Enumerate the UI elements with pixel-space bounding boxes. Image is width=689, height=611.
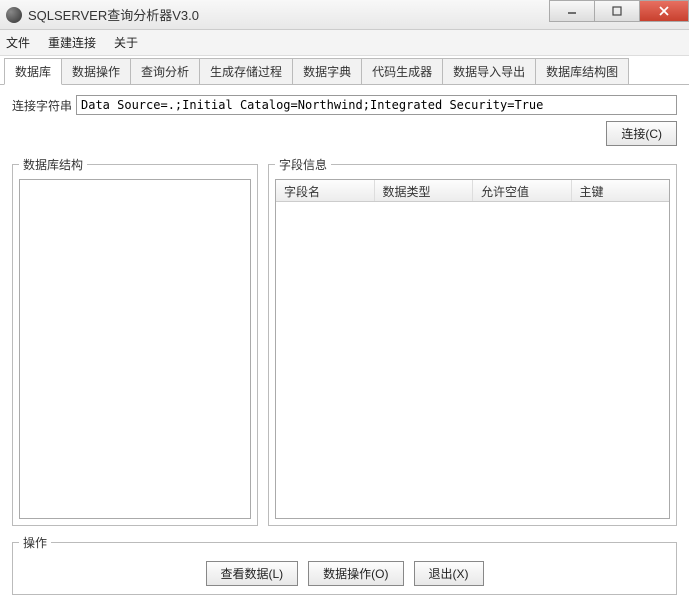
col-data-type[interactable]: 数据类型 xyxy=(375,180,474,201)
field-table[interactable]: 字段名 数据类型 允许空值 主键 xyxy=(275,179,670,519)
field-info-panel: 字段信息 字段名 数据类型 允许空值 主键 xyxy=(268,156,677,526)
connect-button[interactable]: 连接(C) xyxy=(606,121,677,146)
db-structure-legend: 数据库结构 xyxy=(19,156,87,173)
col-field-name[interactable]: 字段名 xyxy=(276,180,375,201)
tab-import-export[interactable]: 数据导入导出 xyxy=(442,58,536,84)
connection-string-input[interactable] xyxy=(76,95,677,115)
tab-database[interactable]: 数据库 xyxy=(4,58,62,85)
menu-about[interactable]: 关于 xyxy=(114,34,138,51)
tab-db-diagram[interactable]: 数据库结构图 xyxy=(535,58,629,84)
tab-gen-sproc[interactable]: 生成存储过程 xyxy=(199,58,293,84)
panels: 数据库结构 字段信息 字段名 数据类型 允许空值 主键 xyxy=(12,156,677,526)
tab-query-analyze[interactable]: 查询分析 xyxy=(130,58,200,84)
exit-button[interactable]: 退出(X) xyxy=(414,561,484,586)
connect-button-row: 连接(C) xyxy=(12,121,677,146)
db-tree[interactable] xyxy=(19,179,251,519)
window-controls xyxy=(550,0,689,29)
db-structure-panel: 数据库结构 xyxy=(12,156,258,526)
ops-legend: 操作 xyxy=(19,534,51,551)
tab-data-ops[interactable]: 数据操作 xyxy=(61,58,131,84)
connection-label: 连接字符串 xyxy=(12,95,76,114)
field-info-legend: 字段信息 xyxy=(275,156,331,173)
app-icon xyxy=(6,7,22,23)
field-table-header: 字段名 数据类型 允许空值 主键 xyxy=(276,180,669,202)
menubar: 文件 重建连接 关于 xyxy=(0,30,689,56)
minimize-button[interactable] xyxy=(549,0,595,22)
menu-file[interactable]: 文件 xyxy=(6,34,30,51)
titlebar: SQLSERVER查询分析器V3.0 xyxy=(0,0,689,30)
view-data-button[interactable]: 查看数据(L) xyxy=(206,561,299,586)
window-title: SQLSERVER查询分析器V3.0 xyxy=(28,5,550,24)
tab-data-dict[interactable]: 数据字典 xyxy=(292,58,362,84)
close-button[interactable] xyxy=(639,0,689,22)
tabstrip: 数据库 数据操作 查询分析 生成存储过程 数据字典 代码生成器 数据导入导出 数… xyxy=(0,58,689,85)
maximize-button[interactable] xyxy=(594,0,640,22)
connection-row: 连接字符串 xyxy=(12,95,677,115)
tab-content: 连接字符串 连接(C) 数据库结构 字段信息 字段名 数据类型 允许空值 主键 … xyxy=(0,85,689,603)
ops-panel: 操作 查看数据(L) 数据操作(O) 退出(X) xyxy=(12,534,677,595)
menu-reconnect[interactable]: 重建连接 xyxy=(48,34,96,51)
tab-codegen[interactable]: 代码生成器 xyxy=(361,58,443,84)
col-nullable[interactable]: 允许空值 xyxy=(473,180,572,201)
col-primary-key[interactable]: 主键 xyxy=(572,180,670,201)
data-ops-button[interactable]: 数据操作(O) xyxy=(308,561,403,586)
ops-buttons: 查看数据(L) 数据操作(O) 退出(X) xyxy=(19,561,670,586)
